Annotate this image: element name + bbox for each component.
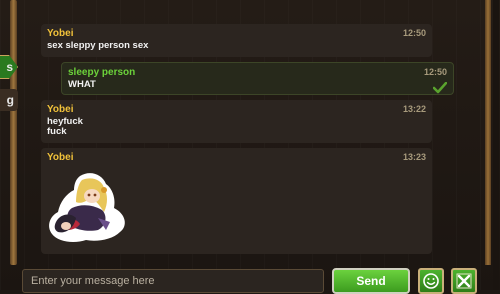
message-input[interactable] <box>22 269 324 293</box>
sender-name: Yobei <box>47 28 74 39</box>
message-text: sex sleppy person sex <box>47 40 149 51</box>
sidebar-tab-label: g <box>6 93 14 107</box>
chat-message-own: sleepy person 12:50 WHAT <box>61 62 454 95</box>
close-icon <box>456 273 472 289</box>
emoji-button[interactable] <box>418 268 444 294</box>
delivered-check-icon <box>433 82 447 94</box>
sender-name: sleepy person <box>68 67 136 78</box>
sidebar-tab[interactable]: g <box>0 89 18 111</box>
close-button[interactable] <box>451 268 477 294</box>
scrollbar-track[interactable] <box>493 0 499 290</box>
chat-message: Yobei 13:22 heyfuck fuck <box>41 100 432 143</box>
sender-name: Yobei <box>47 152 74 163</box>
message-time: 12:50 <box>402 28 426 38</box>
message-text: WHAT <box>68 79 96 90</box>
send-button-label: Send <box>356 274 386 288</box>
send-button[interactable]: Send <box>332 268 410 294</box>
right-frame-border <box>485 0 491 265</box>
message-time: 13:23 <box>402 152 426 162</box>
sender-name: Yobei <box>47 104 74 115</box>
composer: Send <box>0 265 500 294</box>
smiley-icon <box>423 273 439 289</box>
sticker-image[interactable] <box>46 170 128 245</box>
message-time: 13:22 <box>402 104 426 114</box>
left-frame-border <box>10 0 17 265</box>
chat-message: Yobei 13:23 <box>41 148 432 254</box>
sidebar-tab-label: s <box>6 60 13 74</box>
chat-message: Yobei 12:50 sex sleppy person sex <box>41 24 432 57</box>
message-text: heyfuck fuck <box>47 116 83 137</box>
message-time: 12:50 <box>423 67 447 77</box>
